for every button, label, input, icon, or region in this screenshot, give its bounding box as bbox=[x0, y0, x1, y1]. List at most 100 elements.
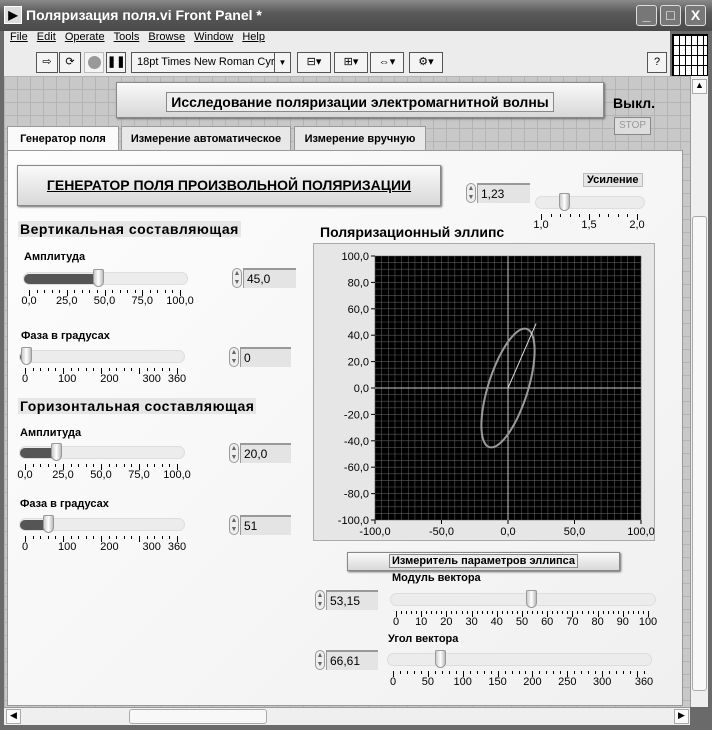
menu-tools[interactable]: Tools bbox=[114, 31, 140, 43]
scroll-left-icon[interactable]: ◀ bbox=[6, 709, 21, 724]
tick-mark bbox=[47, 368, 49, 371]
menu-file[interactable]: File bbox=[10, 31, 28, 43]
increment-decrement-icon[interactable]: ▲ ▼ bbox=[315, 590, 325, 610]
vertical-phase-numeric[interactable]: ▲ ▼ 0 bbox=[229, 347, 291, 367]
horizontal-phase-value[interactable]: 51 bbox=[240, 515, 291, 535]
vertical-phase-value[interactable]: 0 bbox=[240, 347, 291, 367]
reorder-icon[interactable]: ⚙▾ bbox=[409, 52, 443, 73]
tick-label: 0 bbox=[389, 676, 397, 688]
scroll-right-icon[interactable]: ▶ bbox=[674, 709, 689, 724]
tick-mark bbox=[506, 611, 508, 614]
tick-mark bbox=[553, 671, 555, 674]
vertical-scroll-thumb[interactable] bbox=[692, 216, 707, 691]
resize-objects-icon[interactable]: ⇔▾ bbox=[370, 52, 404, 73]
polarization-graph: 100,0 80,0 60,0 40,0 20,0 0,0 -20,0 -40,0 -60,0 -… bbox=[313, 243, 655, 541]
study-polarization-button[interactable]: Исследование поляризации электромагнитно… bbox=[116, 82, 604, 118]
horizontal-phase-slider[interactable] bbox=[19, 515, 185, 533]
tick-mark bbox=[616, 671, 618, 674]
tick-mark bbox=[588, 671, 590, 674]
generator-title-button[interactable]: ГЕНЕРАТОР ПОЛЯ ПРОИЗВОЛЬНОЙ ПОЛЯРИЗАЦИИ bbox=[17, 165, 441, 206]
horizontal-amplitude-slider[interactable] bbox=[19, 443, 185, 461]
tick-label: 50,0 bbox=[90, 469, 112, 481]
modulus-value[interactable]: 53,15 bbox=[326, 590, 378, 610]
align-objects-icon[interactable]: ⊟▾ bbox=[297, 52, 331, 73]
stop-button[interactable]: STOP bbox=[614, 117, 651, 135]
tick-mark bbox=[552, 611, 554, 614]
vertical-amplitude-value[interactable]: 45,0 bbox=[243, 268, 296, 288]
pause-icon[interactable]: ❚❚ bbox=[106, 52, 126, 73]
abort-icon[interactable] bbox=[84, 52, 104, 73]
vertical-amplitude-numeric[interactable]: ▲ ▼ 45,0 bbox=[232, 268, 296, 288]
menu-help[interactable]: Help bbox=[242, 31, 265, 43]
vertical-amplitude-slider-thumb[interactable] bbox=[92, 269, 104, 287]
tick-mark bbox=[592, 611, 594, 614]
run-continuously-icon[interactable]: ⟳ bbox=[59, 52, 81, 73]
menu-window[interactable]: Window bbox=[194, 31, 233, 43]
horizontal-amplitude-value[interactable]: 20,0 bbox=[240, 443, 291, 463]
increment-decrement-icon[interactable]: ▲ ▼ bbox=[232, 268, 242, 288]
tick-mark bbox=[511, 611, 513, 614]
tick-mark bbox=[169, 368, 171, 371]
tick-label: 75,0 bbox=[131, 295, 153, 307]
increment-decrement-icon[interactable]: ▲ ▼ bbox=[315, 650, 325, 670]
tab-field-generator[interactable]: Генератор поля bbox=[7, 126, 119, 152]
vertical-phase-slider[interactable] bbox=[19, 347, 185, 365]
vertical-scrollbar[interactable]: ▲ bbox=[690, 76, 708, 707]
tick-mark bbox=[146, 368, 148, 371]
gain-slider[interactable] bbox=[535, 193, 645, 211]
tick-mark bbox=[40, 368, 42, 371]
increment-decrement-icon[interactable]: ▲ ▼ bbox=[229, 347, 239, 367]
ellipse-meter-button[interactable]: Измеритель параметров эллипса bbox=[347, 552, 620, 571]
tick-mark bbox=[516, 611, 518, 614]
gain-slider-thumb[interactable] bbox=[559, 193, 571, 211]
minimize-button[interactable]: _ bbox=[636, 5, 657, 26]
gain-numeric[interactable]: ▲ ▼ 1,23 bbox=[466, 183, 530, 203]
menu-edit[interactable]: Edit bbox=[37, 31, 56, 43]
tick-mark bbox=[562, 611, 564, 614]
horizontal-amplitude-numeric[interactable]: ▲ ▼ 20,0 bbox=[229, 443, 291, 463]
tick-label: 1,0 bbox=[533, 219, 549, 231]
close-button[interactable]: X bbox=[685, 5, 706, 26]
distribute-objects-icon[interactable]: ⊞▾ bbox=[334, 52, 368, 73]
horizontal-phase-slider-thumb[interactable] bbox=[42, 515, 54, 533]
angle-slider[interactable] bbox=[387, 650, 652, 668]
tick-label: 10 bbox=[415, 616, 428, 628]
tick-label: 360 bbox=[167, 373, 187, 385]
help-button[interactable]: ? bbox=[647, 52, 667, 73]
tab-manual-measurement[interactable]: Измерение вручную bbox=[294, 126, 426, 151]
window-title: Поляризация поля.vi Front Panel * bbox=[26, 7, 262, 23]
angle-slider-thumb[interactable] bbox=[435, 650, 447, 668]
horizontal-scroll-thumb[interactable] bbox=[129, 709, 267, 724]
run-arrow-icon[interactable]: ⇨ bbox=[36, 52, 58, 73]
scroll-up-icon[interactable]: ▲ bbox=[692, 79, 707, 94]
tab-auto-measurement[interactable]: Измерение автоматическое bbox=[121, 126, 291, 151]
tick-mark bbox=[567, 611, 569, 614]
increment-decrement-icon[interactable]: ▲ ▼ bbox=[229, 443, 239, 463]
increment-decrement-icon[interactable]: ▲ ▼ bbox=[229, 515, 239, 535]
angle-value[interactable]: 66,61 bbox=[326, 650, 378, 670]
tick-mark bbox=[161, 464, 163, 467]
tick-mark bbox=[146, 464, 148, 467]
tick-label: 200 bbox=[100, 373, 119, 385]
gain-value[interactable]: 1,23 bbox=[477, 183, 530, 203]
font-select[interactable]: 18pt Times New Roman Cyr ▼ bbox=[131, 52, 291, 73]
modulus-slider-thumb[interactable] bbox=[525, 590, 537, 608]
tick-label: 100 bbox=[453, 676, 472, 688]
increment-decrement-icon[interactable]: ▲ ▼ bbox=[466, 183, 476, 203]
tick-label: 360 bbox=[167, 541, 187, 553]
horizontal-amplitude-slider-thumb[interactable] bbox=[51, 443, 63, 461]
vertical-amplitude-slider[interactable] bbox=[23, 269, 188, 287]
horizontal-phase-numeric[interactable]: ▲ ▼ 51 bbox=[229, 515, 291, 535]
tick-label: 0,0 bbox=[21, 295, 37, 307]
angle-numeric[interactable]: ▲ ▼ 66,61 bbox=[315, 650, 378, 670]
menu-operate[interactable]: Operate bbox=[65, 31, 105, 43]
tick-mark bbox=[448, 671, 450, 674]
horizontal-scrollbar[interactable]: ◀ ▶ bbox=[4, 707, 690, 725]
tick-mark bbox=[532, 611, 534, 614]
maximize-button[interactable]: □ bbox=[660, 5, 681, 26]
modulus-slider[interactable] bbox=[390, 590, 656, 608]
menu-browse[interactable]: Browse bbox=[148, 31, 185, 43]
vertical-phase-slider-thumb[interactable] bbox=[21, 347, 32, 365]
modulus-numeric[interactable]: ▲ ▼ 53,15 bbox=[315, 590, 378, 610]
tick-mark bbox=[85, 464, 87, 467]
